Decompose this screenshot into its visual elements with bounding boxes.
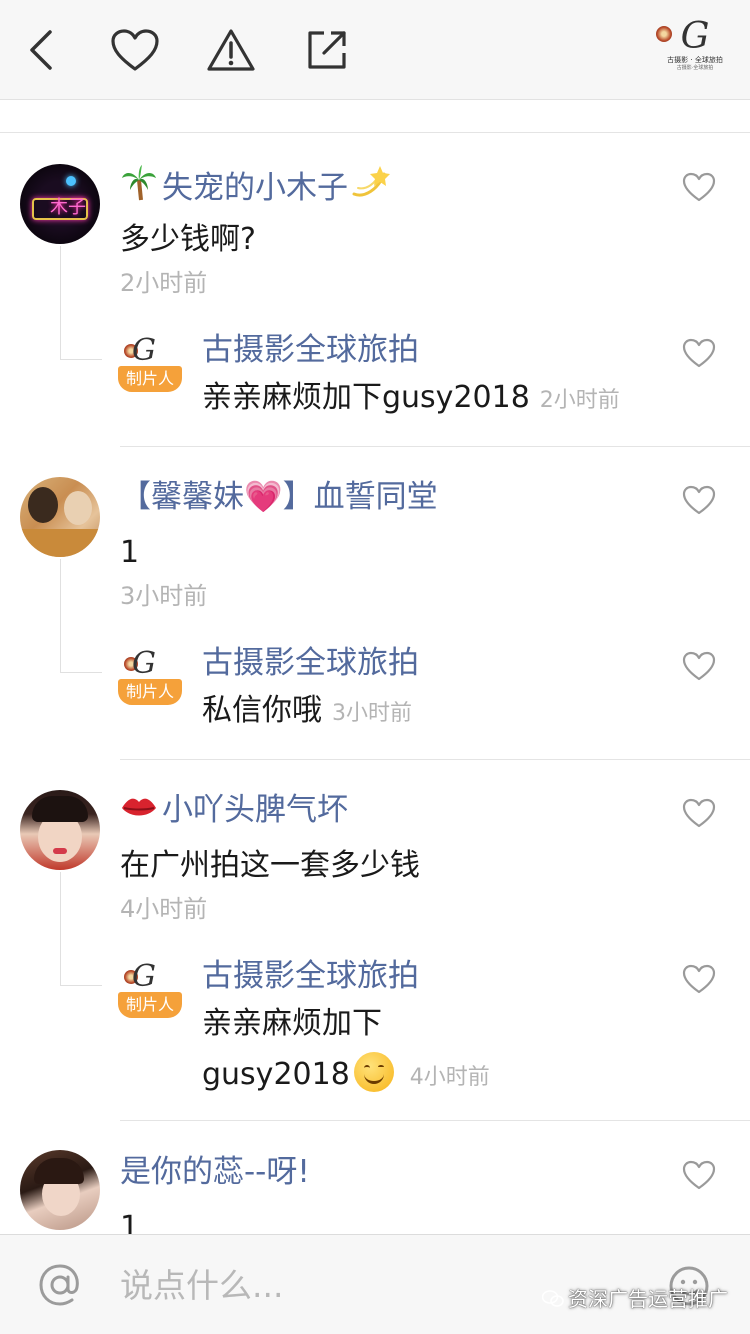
reply-text-body: 私信你哦 (202, 693, 322, 728)
at-mention-icon[interactable] (38, 1263, 82, 1307)
comment-item: 【馨馨妹💗】血誓同堂 1 3小时前 G 制片人 古摄影全球旅拍 私信你哦 3小时前 (0, 447, 750, 760)
logo-caption: 古摄影 · 全球旅拍 (667, 56, 723, 64)
header-spacer (0, 101, 750, 133)
divider (120, 1120, 750, 1121)
reply-nickname[interactable]: 古摄影全球旅拍 (202, 330, 419, 370)
producer-badge: 制片人 (118, 679, 182, 705)
like-heart-icon[interactable] (682, 964, 716, 994)
comment-text: 1 (120, 1210, 140, 1234)
comment-list[interactable]: 木子 失宠的小木子 多少钱啊? 2小时前 G 制片人 古摄影全球旅拍 亲亲麻烦加… (0, 134, 750, 1234)
comment-item: 木子 失宠的小木子 多少钱啊? 2小时前 G 制片人 古摄影全球旅拍 亲亲麻烦加… (0, 134, 750, 447)
comment-text: 多少钱啊? (120, 222, 256, 257)
report-warning-icon[interactable] (206, 25, 256, 75)
comment-time: 2小时前 (120, 269, 208, 297)
logo-letter: G (132, 959, 156, 994)
comment-input[interactable]: 说点什么... (120, 1265, 283, 1307)
back-icon[interactable] (16, 25, 66, 75)
reply-time: 3小时前 (332, 701, 412, 726)
comment-item: 是你的蕊--呀! 1 (0, 1122, 750, 1234)
reply-text: 亲亲麻烦加下gusy2018 2小时前 (202, 378, 620, 421)
reply-text-body: gusy2018 (202, 1057, 350, 1092)
comment-nickname[interactable]: 小吖头脾气坏 (120, 790, 348, 834)
reply-text-line2: gusy2018 4小时前 (202, 1052, 490, 1098)
nickname-text: 失宠的小木子 (162, 170, 348, 206)
reply-nickname[interactable]: 古摄影全球旅拍 (202, 643, 419, 683)
watermark: 资深广告运营推广 (542, 1287, 728, 1311)
logo-letter: G (132, 333, 156, 368)
dizzy-star-icon (350, 164, 390, 212)
reply-time: 2小时前 (539, 388, 620, 413)
avatar[interactable] (20, 790, 100, 870)
avatar[interactable]: 木子 (20, 164, 100, 244)
avatar-text: 木子 (50, 197, 86, 218)
share-icon[interactable] (302, 25, 352, 75)
wechat-icon (542, 1290, 564, 1307)
kiss-lips-icon (120, 794, 158, 834)
thread-line (60, 872, 102, 986)
smiley-emoji-icon (353, 1052, 394, 1092)
watermark-text: 资深广告运营推广 (568, 1287, 728, 1311)
comment-nickname[interactable]: 是你的蕊--呀! (120, 1152, 310, 1192)
heart-icon[interactable] (110, 25, 160, 75)
logo-subcaption: 古摄影·全球旅拍 (676, 65, 714, 71)
reply-avatar[interactable]: G 制片人 (118, 334, 182, 398)
like-heart-icon[interactable] (682, 172, 716, 202)
comment-text: 在广州拍这一套多少钱 (120, 848, 420, 883)
comment-time: 3小时前 (120, 582, 208, 610)
avatar[interactable] (20, 1150, 100, 1230)
reply-text: 私信你哦 3小时前 (202, 691, 412, 734)
thread-line (60, 559, 102, 673)
comment-nickname[interactable]: 【馨馨妹💗】血誓同堂 (120, 477, 438, 517)
producer-badge: 制片人 (118, 992, 182, 1018)
comment-time: 4小时前 (120, 895, 208, 923)
reply-nickname[interactable]: 古摄影全球旅拍 (202, 956, 419, 996)
reply-time: 4小时前 (409, 1065, 490, 1090)
comment-text: 1 (120, 535, 140, 570)
like-heart-icon[interactable] (682, 1160, 716, 1190)
logo-letter: G (132, 646, 156, 681)
top-nav-bar: G 古摄影 · 全球旅拍 古摄影·全球旅拍 (0, 0, 750, 100)
like-heart-icon[interactable] (682, 338, 716, 368)
avatar[interactable] (20, 477, 100, 557)
reply-text-body: 亲亲麻烦加下gusy2018 (202, 380, 530, 415)
like-heart-icon[interactable] (682, 485, 716, 515)
logo-letter: G (680, 16, 710, 57)
thread-line (60, 246, 102, 360)
reply-text-line1: 亲亲麻烦加下 (202, 1006, 382, 1041)
comment-nickname[interactable]: 失宠的小木子 (120, 164, 394, 212)
comment-item: 小吖头脾气坏 在广州拍这一套多少钱 4小时前 G 制片人 古摄影全球旅拍 亲亲麻… (0, 760, 750, 1122)
brand-logo[interactable]: G 古摄影 · 全球旅拍 古摄影·全球旅拍 (656, 16, 724, 82)
like-heart-icon[interactable] (682, 651, 716, 681)
nickname-text: 小吖头脾气坏 (162, 792, 348, 828)
like-heart-icon[interactable] (682, 798, 716, 828)
comment-input-bar: 说点什么... 资深广告运营推广 (0, 1234, 750, 1334)
palm-tree-icon (120, 164, 158, 212)
reply-avatar[interactable]: G 制片人 (118, 960, 182, 1024)
flower-icon (656, 26, 672, 42)
reply-avatar[interactable]: G 制片人 (118, 647, 182, 711)
producer-badge: 制片人 (118, 366, 182, 392)
